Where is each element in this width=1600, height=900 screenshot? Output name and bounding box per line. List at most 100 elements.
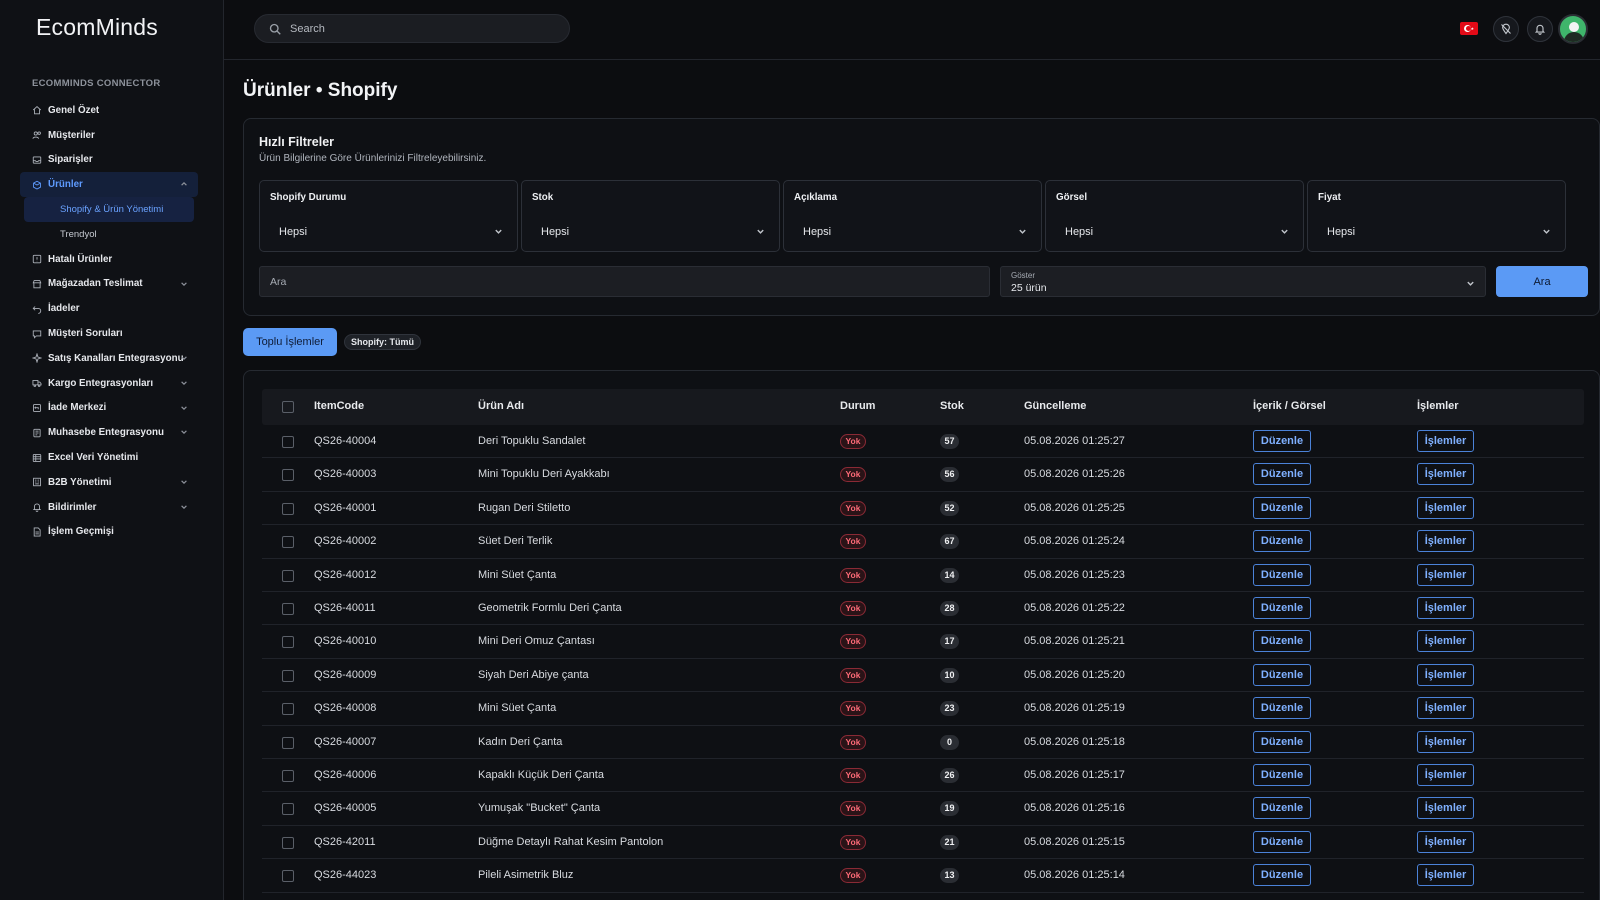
sidebar-item-0[interactable]: Genel Özet (20, 98, 198, 123)
edit-button[interactable]: Düzenle (1253, 730, 1311, 753)
sidebar-item-14[interactable]: Bildirimler (20, 495, 198, 520)
header-stock[interactable]: Stok (940, 400, 964, 412)
cell-product-name[interactable]: Mini Topuklu Deri Ayakkabı (478, 468, 610, 480)
table-row[interactable]: QS26-44023 Pileli Asimetrik Bluz Yok 13 05.0… (262, 859, 1584, 893)
actions-button[interactable]: İşlemler (1417, 430, 1474, 452)
cell-product-name[interactable]: Rugan Deri Stiletto (478, 502, 570, 514)
actions-button[interactable]: İşlemler (1417, 697, 1474, 720)
table-row[interactable]: QS26-40011 Geometrik Formlu Deri Çanta Yok… (262, 592, 1584, 626)
sidebar-item-15[interactable]: İşlem Geçmişi (20, 520, 198, 545)
table-row[interactable]: QS26-42011 Düğme Detaylı Rahat Kesim Pant… (262, 826, 1584, 860)
product-search-input[interactable] (259, 266, 990, 297)
row-checkbox[interactable] (282, 502, 294, 515)
actions-button[interactable]: İşlemler (1417, 764, 1474, 786)
table-row[interactable]: QS26-40007 Kadın Deri Çanta Yok 0 05.08.2026… (262, 726, 1584, 759)
bell-icon[interactable] (1527, 16, 1553, 42)
edit-button[interactable]: Düzenle (1253, 864, 1311, 887)
row-checkbox[interactable] (282, 636, 294, 649)
row-checkbox[interactable] (282, 603, 294, 615)
avatar[interactable] (1558, 14, 1588, 44)
sidebar-subitem-0[interactable]: Shopify & Ürün Yönetimi (24, 197, 194, 222)
table-row[interactable]: QS26-40001 Rugan Deri Stiletto Yok 52 05.08.… (262, 492, 1584, 526)
cell-product-name[interactable]: Geometrik Formlu Deri Çanta (478, 602, 622, 614)
actions-button[interactable]: İşlemler (1417, 864, 1474, 887)
sidebar-item-6[interactable]: İadeler (20, 296, 198, 321)
actions-button[interactable]: İşlemler (1417, 630, 1474, 653)
actions-button[interactable]: İşlemler (1417, 830, 1474, 853)
select-all-checkbox[interactable] (282, 401, 294, 413)
table-row[interactable]: QS26-40004 Deri Topuklu Sandalet Yok 57 05.0… (262, 425, 1584, 459)
edit-button[interactable]: Düzenle (1253, 797, 1311, 820)
header-actions[interactable]: İşlemler (1417, 400, 1459, 412)
edit-button[interactable]: Düzenle (1253, 663, 1311, 686)
actions-button[interactable]: İşlemler (1417, 597, 1474, 619)
table-row[interactable]: QS26-40012 Mini Süet Çanta Yok 14 05.08.2026… (262, 559, 1584, 592)
cell-product-name[interactable]: Kadın Deri Çanta (478, 736, 562, 748)
actions-button[interactable]: İşlemler (1417, 463, 1474, 486)
table-row[interactable]: QS26-40009 Siyah Deri Abiye çanta Yok 10 05.… (262, 659, 1584, 693)
bulk-actions-button[interactable]: Toplu İşlemler (243, 328, 337, 356)
sidebar-item-1[interactable]: Müşteriler (20, 123, 198, 148)
sidebar-item-7[interactable]: Müşteri Soruları (20, 321, 198, 346)
header-content-image[interactable]: İçerik / Görsel (1253, 400, 1326, 412)
cell-product-name[interactable]: Düğme Detaylı Rahat Kesim Pantolon (478, 836, 663, 848)
cell-product-name[interactable]: Pileli Asimetrik Bluz (478, 869, 573, 881)
row-checkbox[interactable] (282, 803, 294, 816)
header-status[interactable]: Durum (840, 400, 875, 412)
row-checkbox[interactable] (282, 703, 294, 716)
edit-button[interactable]: Düzenle (1253, 430, 1311, 452)
shopify-filter-chip[interactable]: Shopify: Tümü (344, 334, 421, 350)
cell-product-name[interactable]: Mini Süet Çanta (478, 569, 556, 581)
sidebar-item-3[interactable]: Ürünler (20, 172, 198, 198)
table-row[interactable]: QS26-40006 Kapaklı Küçük Deri Çanta Yok 26 0… (262, 759, 1584, 793)
table-row[interactable]: QS26-40002 Süet Deri Terlik Yok 67 05.08.202… (262, 525, 1584, 559)
row-checkbox[interactable] (282, 770, 294, 782)
actions-button[interactable]: İşlemler (1417, 797, 1474, 820)
row-checkbox[interactable] (282, 836, 294, 849)
table-row[interactable]: QS26-40010 Mini Deri Omuz Çantası Yok 17 05.… (262, 625, 1584, 659)
sidebar-item-10[interactable]: İade Merkezi (20, 396, 198, 421)
table-row[interactable]: QS26-40003 Mini Topuklu Deri Ayakkabı Yok 5… (262, 458, 1584, 492)
cell-product-name[interactable]: Deri Topuklu Sandalet (478, 435, 585, 447)
edit-button[interactable]: Düzenle (1253, 830, 1311, 853)
row-checkbox[interactable] (282, 569, 294, 582)
page-size-select[interactable]: Göster 25 ürün (1000, 266, 1486, 297)
row-checkbox[interactable] (282, 736, 294, 749)
row-checkbox[interactable] (282, 536, 294, 549)
cell-product-name[interactable]: Kapaklı Küçük Deri Çanta (478, 769, 604, 781)
cell-product-name[interactable]: Mini Süet Çanta (478, 702, 556, 714)
header-product-name[interactable]: Ürün Adı (478, 400, 524, 412)
row-checkbox[interactable] (282, 870, 294, 883)
edit-button[interactable]: Düzenle (1253, 530, 1311, 553)
edit-button[interactable]: Düzenle (1253, 697, 1311, 720)
sidebar-item-4[interactable]: Hatalı Ürünler (20, 247, 198, 272)
sidebar-subitem-1[interactable]: Trendyol (24, 222, 198, 247)
table-row[interactable]: QS26-40008 Mini Süet Çanta Yok 23 05.08.2026… (262, 692, 1584, 726)
filter-select-3[interactable]: Görsel Hepsi (1045, 180, 1304, 252)
cell-product-name[interactable]: Yumuşak "Bucket" Çanta (478, 802, 600, 814)
header-itemcode[interactable]: ItemCode (314, 400, 364, 412)
edit-button[interactable]: Düzenle (1253, 496, 1311, 519)
filter-select-1[interactable]: Stok Hepsi (521, 180, 780, 252)
sidebar-item-8[interactable]: Satış Kanalları Entegrasyonu (20, 346, 198, 371)
sidebar-item-5[interactable]: Mağazadan Teslimat (20, 272, 198, 297)
row-checkbox[interactable] (282, 436, 294, 448)
search-button[interactable]: Ara (1496, 266, 1588, 297)
edit-button[interactable]: Düzenle (1253, 463, 1311, 486)
actions-button[interactable]: İşlemler (1417, 563, 1474, 586)
location-off-icon[interactable] (1493, 16, 1519, 42)
sidebar-item-9[interactable]: Kargo Entegrasyonları (20, 371, 198, 396)
cell-product-name[interactable]: Siyah Deri Abiye çanta (478, 669, 589, 681)
filter-select-0[interactable]: Shopify Durumu Hepsi (259, 180, 518, 252)
edit-button[interactable]: Düzenle (1253, 630, 1311, 653)
edit-button[interactable]: Düzenle (1253, 764, 1311, 786)
filter-select-2[interactable]: Açıklama Hepsi (783, 180, 1042, 252)
sidebar-item-2[interactable]: Siparişler (20, 148, 198, 173)
sidebar-item-12[interactable]: Excel Veri Yönetimi (20, 445, 198, 470)
turkish-flag-icon[interactable]: ★ (1460, 22, 1478, 35)
global-search[interactable] (254, 14, 570, 43)
edit-button[interactable]: Düzenle (1253, 563, 1311, 586)
row-checkbox[interactable] (282, 669, 294, 682)
actions-button[interactable]: İşlemler (1417, 530, 1474, 553)
edit-button[interactable]: Düzenle (1253, 597, 1311, 619)
